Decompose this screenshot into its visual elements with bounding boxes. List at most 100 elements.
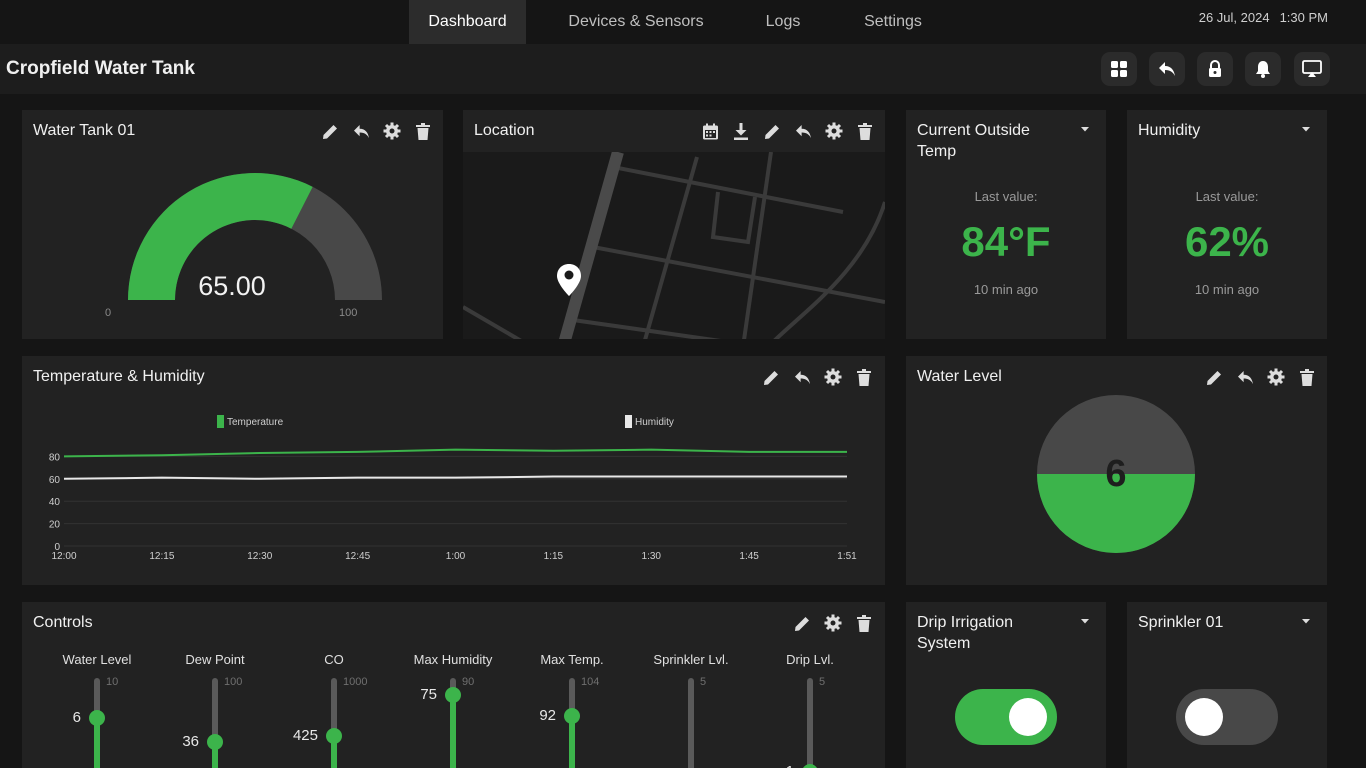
slider-handle[interactable] <box>445 687 461 703</box>
date-time: 26 Jul, 2024 1:30 PM <box>1199 0 1328 34</box>
slider-control: Max Humidity 90 75 <box>403 602 503 768</box>
tab-logs[interactable]: Logs <box>745 0 821 44</box>
panel-title: Sprinkler 01 <box>1138 614 1224 631</box>
y-tick-label: 20 <box>49 520 61 531</box>
y-tick-label: 40 <box>49 497 61 508</box>
chevron-down-icon[interactable] <box>1301 124 1311 134</box>
sprinkler-panel: Sprinkler 01 <box>1127 602 1327 768</box>
last-updated-text: 10 min ago <box>973 282 1039 297</box>
slider-track[interactable] <box>331 678 337 768</box>
slider-value: 425 <box>292 727 318 744</box>
page-title: Cropfield Water Tank <box>6 58 195 79</box>
slider-value: 36 <box>182 733 199 750</box>
slider-value: 6 <box>72 709 81 726</box>
slider-label: Drip Lvl. <box>786 652 834 667</box>
water-tank-panel: Water Tank 01 65.00 0 100 <box>22 110 443 339</box>
slider-value: 1 <box>754 763 794 768</box>
slider-value: 92 <box>539 707 556 724</box>
tab-dashboard[interactable]: Dashboard <box>409 0 526 44</box>
last-updated-text: 10 min ago <box>1194 282 1260 297</box>
cast-icon <box>1302 60 1322 77</box>
panel-title: Location <box>474 122 535 139</box>
chevron-down-icon[interactable] <box>1301 616 1311 626</box>
gear-icon <box>825 122 843 140</box>
y-tick-label: 60 <box>49 475 61 486</box>
slider-label: CO <box>324 652 344 667</box>
grid-icon <box>1111 61 1127 77</box>
title-bar: Cropfield Water Tank <box>0 44 1366 94</box>
x-tick-label: 1:30 <box>642 551 662 562</box>
chevron-down-icon[interactable] <box>1080 616 1090 626</box>
download-icon <box>734 122 748 140</box>
slider-max-label: 104 <box>581 676 600 688</box>
slider-handle[interactable] <box>326 728 342 744</box>
slider-control: Drip Lvl.51 <box>760 602 860 768</box>
x-tick-label: 1:15 <box>544 551 564 562</box>
temp-humidity-panel: Temperature & Humidity 0 20 40 60 80 12:00 12:… <box>22 356 885 585</box>
x-tick-label: 1:00 <box>446 551 466 562</box>
calendar-button[interactable] <box>700 121 720 141</box>
legend-label: Temperature <box>227 417 284 428</box>
current-time: 1:30 PM <box>1279 9 1328 25</box>
slider-handle[interactable] <box>802 764 818 768</box>
slider-max-label: 5 <box>700 676 707 688</box>
delete-button[interactable] <box>855 121 875 141</box>
x-tick-label: 12:30 <box>247 551 272 562</box>
notifications-button[interactable] <box>1245 52 1281 86</box>
slider-max-label: 90 <box>462 676 475 688</box>
back-button[interactable] <box>1149 52 1185 86</box>
slider-handle[interactable] <box>207 734 223 750</box>
slider-control: Dew Point 100 36 <box>165 602 265 768</box>
lock-button[interactable] <box>1197 52 1233 86</box>
edit-button[interactable] <box>762 121 782 141</box>
share-button[interactable] <box>793 121 813 141</box>
legend-swatch <box>625 415 632 428</box>
slider-control: Max Temp. 104 92 <box>522 602 622 768</box>
settings-button[interactable] <box>824 121 844 141</box>
chevron-down-icon[interactable] <box>1080 124 1090 134</box>
bell-icon <box>1256 61 1270 78</box>
lock-icon <box>1209 60 1221 77</box>
slider-track[interactable] <box>688 678 694 768</box>
cast-button[interactable] <box>1294 52 1330 86</box>
slider-handle[interactable] <box>564 708 580 724</box>
legend-swatch <box>217 415 224 428</box>
x-tick-label: 12:45 <box>345 551 370 562</box>
current-date: 26 Jul, 2024 <box>1198 9 1270 25</box>
map[interactable] <box>463 152 885 339</box>
tab-devices-sensors[interactable]: Devices & Sensors <box>555 0 717 44</box>
slider-label: Water Level <box>62 652 132 667</box>
series-line-temperature <box>63 448 847 458</box>
panel-title: Current Outside Temp <box>917 122 1030 160</box>
last-value-label: Last value: <box>974 189 1038 204</box>
gauge-min-label: 0 <box>105 307 112 319</box>
x-tick-label: 1:45 <box>739 551 759 562</box>
slider-handle[interactable] <box>89 710 105 726</box>
slider-max-label: 10 <box>106 676 119 688</box>
gauge-max-label: 100 <box>339 307 358 319</box>
slider-track[interactable] <box>807 678 813 768</box>
humidity-panel: Humidity Last value: 62% 10 min ago <box>1127 110 1327 339</box>
top-nav: Dashboard Devices & Sensors Logs Setting… <box>0 0 1366 44</box>
trash-icon <box>858 122 872 140</box>
x-tick-label: 1:51 <box>837 551 857 562</box>
humidity-value: 62% <box>1184 218 1270 265</box>
slider-track[interactable] <box>212 678 218 768</box>
slider-max-label: 5 <box>819 676 826 688</box>
calendar-icon <box>702 123 718 139</box>
temperature-value: 84°F <box>961 218 1051 265</box>
tab-settings[interactable]: Settings <box>850 0 936 44</box>
toggle-knob <box>1185 698 1223 736</box>
location-panel: Location <box>463 110 885 339</box>
panel-title: Drip Irrigation System <box>917 614 1014 652</box>
water-level-panel: Water Level 6 <box>906 356 1327 585</box>
drip-toggle[interactable] <box>955 689 1057 745</box>
sprinkler-toggle[interactable] <box>1176 689 1278 745</box>
slider-label: Sprinkler Lvl. <box>653 652 729 667</box>
slider-value: 75 <box>420 686 437 703</box>
gauge <box>128 173 382 300</box>
reply-arrow-icon <box>795 124 811 138</box>
grid-view-button[interactable] <box>1101 52 1137 86</box>
back-arrow-icon <box>1159 62 1175 76</box>
download-button[interactable] <box>731 121 751 141</box>
